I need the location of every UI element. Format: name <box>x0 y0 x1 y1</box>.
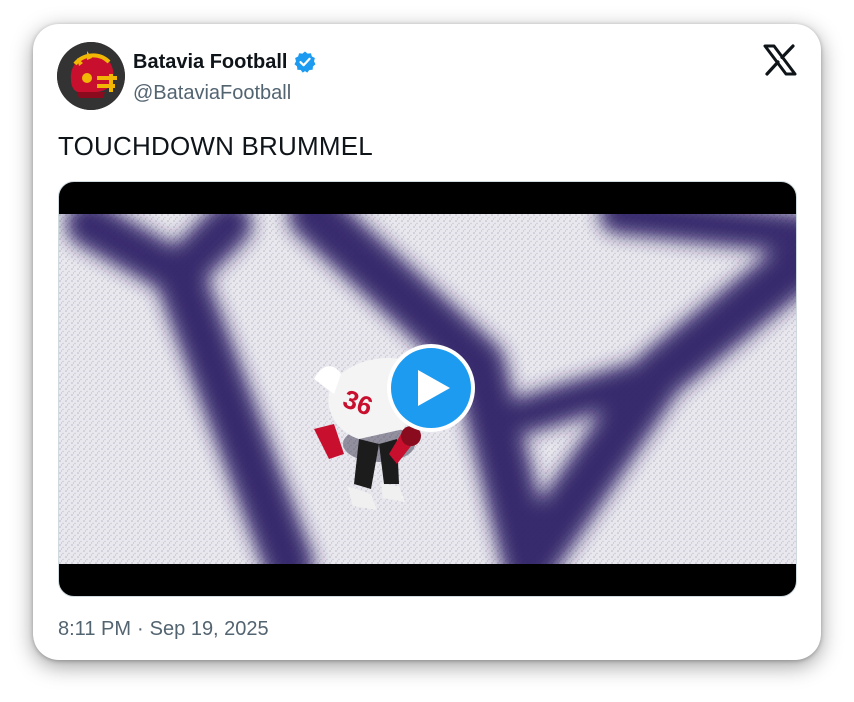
verified-badge-icon <box>294 51 316 73</box>
author-handle[interactable]: @BataviaFootball <box>133 82 291 105</box>
author-avatar[interactable] <box>57 42 125 110</box>
play-icon <box>418 370 450 406</box>
timestamp-separator: · <box>137 618 144 640</box>
tweet-timestamp[interactable]: 8:11 PM · Sep 19, 2025 <box>58 618 269 641</box>
tweet-text: TOUCHDOWN BRUMMEL <box>58 131 373 161</box>
video-player[interactable]: 36 <box>58 181 797 597</box>
helmet-icon <box>57 42 125 110</box>
author-name-row[interactable]: Batavia Football <box>133 50 317 74</box>
tweet-time[interactable]: 8:11 PM <box>58 618 131 641</box>
tweet-date[interactable]: Sep 19, 2025 <box>150 618 269 641</box>
tweet-card: Batavia Football @BataviaFootball TOUCHD… <box>33 24 821 660</box>
play-button[interactable] <box>387 344 475 432</box>
x-logo-icon[interactable] <box>763 44 797 76</box>
author-display-name[interactable]: Batavia Football <box>133 51 287 74</box>
